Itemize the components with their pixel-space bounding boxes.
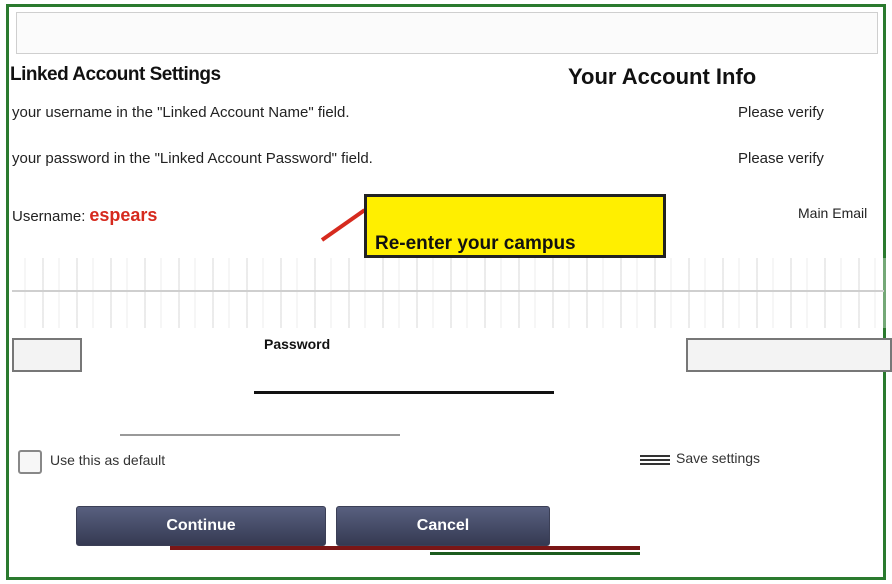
verify-line-1: Please verify xyxy=(738,104,824,121)
right-note-text: Save settings xyxy=(676,450,761,466)
username-label: Username: xyxy=(12,208,86,225)
username-row: Username: espears xyxy=(12,205,157,226)
instruction-password: your password in the "Linked Account Pas… xyxy=(12,150,373,167)
verify-line-2: Please verify xyxy=(738,150,824,167)
username-value: espears xyxy=(89,205,158,225)
checkbox-label: Use this as default xyxy=(50,452,166,468)
lines-icon xyxy=(640,453,670,466)
right-panel-title: Your Account Info xyxy=(568,64,757,89)
instruction-username: your username in the "Linked Account Nam… xyxy=(12,104,350,121)
render-artifact-band xyxy=(10,258,890,328)
default-checkbox[interactable] xyxy=(18,450,42,474)
button-underline-2 xyxy=(430,552,640,555)
right-note: Save settings xyxy=(640,450,760,466)
button-underline xyxy=(170,546,640,550)
section-divider xyxy=(12,290,884,292)
cancel-button[interactable]: Cancel xyxy=(336,506,550,546)
callout-text: Re-enter your campus xyxy=(375,233,576,254)
password-panel: Password xyxy=(254,330,554,394)
password-label: Password xyxy=(264,336,331,352)
continue-button[interactable]: Continue xyxy=(76,506,326,546)
callout-box: Re-enter your campus xyxy=(364,194,666,258)
main-email-label: Main Email xyxy=(798,205,868,221)
linked-account-name-input[interactable] xyxy=(12,338,82,372)
field-underline xyxy=(120,434,400,436)
page-title: Linked Account Settings xyxy=(10,64,221,85)
top-bar xyxy=(16,12,878,54)
account-email-input[interactable] xyxy=(686,338,892,372)
